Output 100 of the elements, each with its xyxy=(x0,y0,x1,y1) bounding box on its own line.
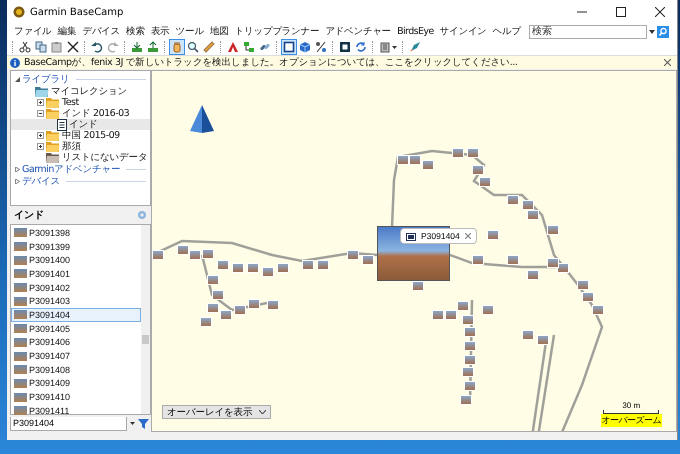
photo-list-item[interactable]: P3091402 xyxy=(11,280,141,294)
tree-label[interactable]: 中国 2015-09 xyxy=(62,129,120,142)
menu-item[interactable]: 地図 xyxy=(206,25,232,38)
caret-icon xyxy=(258,410,266,414)
panel-title: インド xyxy=(14,209,44,222)
expand-arrow-icon[interactable] xyxy=(15,179,20,184)
tree-label[interactable]: インド 2016-03 xyxy=(62,107,130,120)
send-icon[interactable] xyxy=(130,40,144,54)
tree-item[interactable]: Garminアドベンチャー xyxy=(11,164,150,175)
photo-placeholder xyxy=(14,378,27,388)
delete-icon[interactable] xyxy=(66,40,80,54)
photo-placeholder xyxy=(14,352,27,361)
tree-item[interactable]: マイコレクション xyxy=(11,86,150,97)
photo-list-item[interactable]: P3091408 xyxy=(11,362,141,377)
tooltip-label: P3091404 xyxy=(421,231,460,241)
expand-icon[interactable] xyxy=(37,99,44,106)
tree-item[interactable]: デバイス xyxy=(11,176,150,187)
photo-placeholder xyxy=(14,269,27,278)
tree-label[interactable]: マイコレクション xyxy=(51,85,127,98)
menu-item[interactable]: BirdsEye xyxy=(394,26,437,37)
folder-icon xyxy=(46,152,60,163)
close-icon[interactable] xyxy=(655,7,665,17)
photo-list-item[interactable]: P3091411 xyxy=(11,404,141,418)
menu-item[interactable]: ツール xyxy=(172,25,207,38)
filter-icon[interactable] xyxy=(138,418,149,429)
photo-list-item[interactable]: P3091405 xyxy=(11,322,141,336)
folder-icon xyxy=(46,97,60,108)
tree-label[interactable]: Test xyxy=(62,97,79,108)
receive-icon[interactable] xyxy=(146,40,160,54)
folder-icon xyxy=(35,86,49,97)
photo-placeholder xyxy=(14,283,27,292)
tree-item[interactable]: インド 2016-03 xyxy=(11,108,150,119)
cube-icon[interactable] xyxy=(298,40,312,54)
scale-label: 30 m xyxy=(622,401,640,410)
menu-item[interactable]: ファイル xyxy=(11,25,55,38)
undo-icon[interactable] xyxy=(90,40,104,54)
collapse-icon[interactable] xyxy=(37,110,44,117)
copy-icon[interactable] xyxy=(34,40,48,54)
tree-item[interactable]: インド xyxy=(11,119,150,130)
tree-label[interactable]: 那須 xyxy=(62,140,81,153)
tree-item[interactable]: Test xyxy=(11,97,150,108)
menu-item[interactable]: 検索 xyxy=(123,25,148,38)
sync-icon[interactable] xyxy=(354,40,368,54)
tree-label[interactable]: インド xyxy=(69,118,98,131)
maximize-icon[interactable] xyxy=(616,7,626,17)
photo-list-item[interactable]: P3091400 xyxy=(11,253,141,268)
scrollbar[interactable] xyxy=(141,225,150,414)
menu-item[interactable]: トリッププランナー xyxy=(232,25,322,38)
info-icon xyxy=(10,58,20,68)
tree-item[interactable]: 那須 xyxy=(11,141,150,152)
photo-list-item[interactable]: P3091403 xyxy=(11,294,141,308)
section-label[interactable]: Garminアドベンチャー xyxy=(22,163,120,176)
menu-item[interactable]: 編集 xyxy=(54,25,80,38)
tree-item[interactable]: リストにないデータ xyxy=(11,152,150,163)
cut-icon[interactable] xyxy=(18,40,32,54)
document-icon xyxy=(57,118,67,130)
expand-icon[interactable] xyxy=(37,143,44,150)
photo-list-item[interactable]: P3091409 xyxy=(11,376,141,390)
photo-list-item[interactable]: P3091404 xyxy=(11,308,141,322)
expand-icon[interactable] xyxy=(37,132,44,139)
photo-list-item[interactable]: P3091401 xyxy=(11,267,141,281)
photo-list-item[interactable]: P3091398 xyxy=(11,226,141,240)
window-title: Garmin BaseCamp xyxy=(30,6,124,18)
scale-bar xyxy=(603,410,660,414)
filter-field[interactable]: P3091404 xyxy=(10,416,127,430)
tree-item[interactable]: ライブラリ xyxy=(11,74,150,85)
route-icon[interactable] xyxy=(242,40,256,54)
photo-list-item[interactable]: P3091407 xyxy=(11,349,141,363)
overlay-dropdown[interactable]: オーバーレイを表示 xyxy=(162,405,270,419)
photo-placeholder xyxy=(14,242,27,252)
photo-list-item[interactable]: P3091399 xyxy=(11,240,141,254)
menu-item[interactable]: デバイス xyxy=(79,25,124,38)
folder-icon xyxy=(46,141,60,152)
tree-item[interactable]: 中国 2015-09 xyxy=(11,130,150,141)
section-label[interactable]: デバイス xyxy=(22,175,60,188)
photo-list-item[interactable]: P3091410 xyxy=(11,390,141,404)
frame-icon[interactable] xyxy=(282,40,296,54)
photo-list-item[interactable]: P3091406 xyxy=(11,336,141,350)
menu-item[interactable]: サインイン xyxy=(436,25,490,38)
percent-icon[interactable] xyxy=(314,40,328,54)
zoom-badge: オーバーズーム xyxy=(600,414,662,427)
search-field[interactable]: 検索 xyxy=(529,24,647,38)
menu-item[interactable]: アドベンチャー xyxy=(322,25,394,38)
photo-placeholder xyxy=(14,365,27,374)
expand-arrow-icon[interactable] xyxy=(15,167,20,172)
zoom-icon[interactable] xyxy=(186,40,200,54)
close-icon[interactable] xyxy=(664,59,671,66)
menu-item[interactable]: ヘルプ xyxy=(490,25,524,38)
photo-placeholder xyxy=(14,392,27,402)
menu-item[interactable]: 表示 xyxy=(148,25,173,38)
collapse-arrow-icon[interactable] xyxy=(15,77,20,82)
photo-placeholder xyxy=(14,338,27,347)
section-label[interactable]: ライブラリ xyxy=(22,73,70,86)
folder-icon xyxy=(46,130,60,141)
tree-label[interactable]: リストにないデータ xyxy=(62,151,148,164)
caret-icon[interactable] xyxy=(649,30,655,34)
map-view[interactable]: P3091404 オーバーレイを表示 30 m オーバーズーム xyxy=(151,70,677,432)
caret-icon[interactable] xyxy=(130,422,135,425)
hand-icon[interactable] xyxy=(170,40,184,54)
photo-placeholder xyxy=(14,406,27,416)
